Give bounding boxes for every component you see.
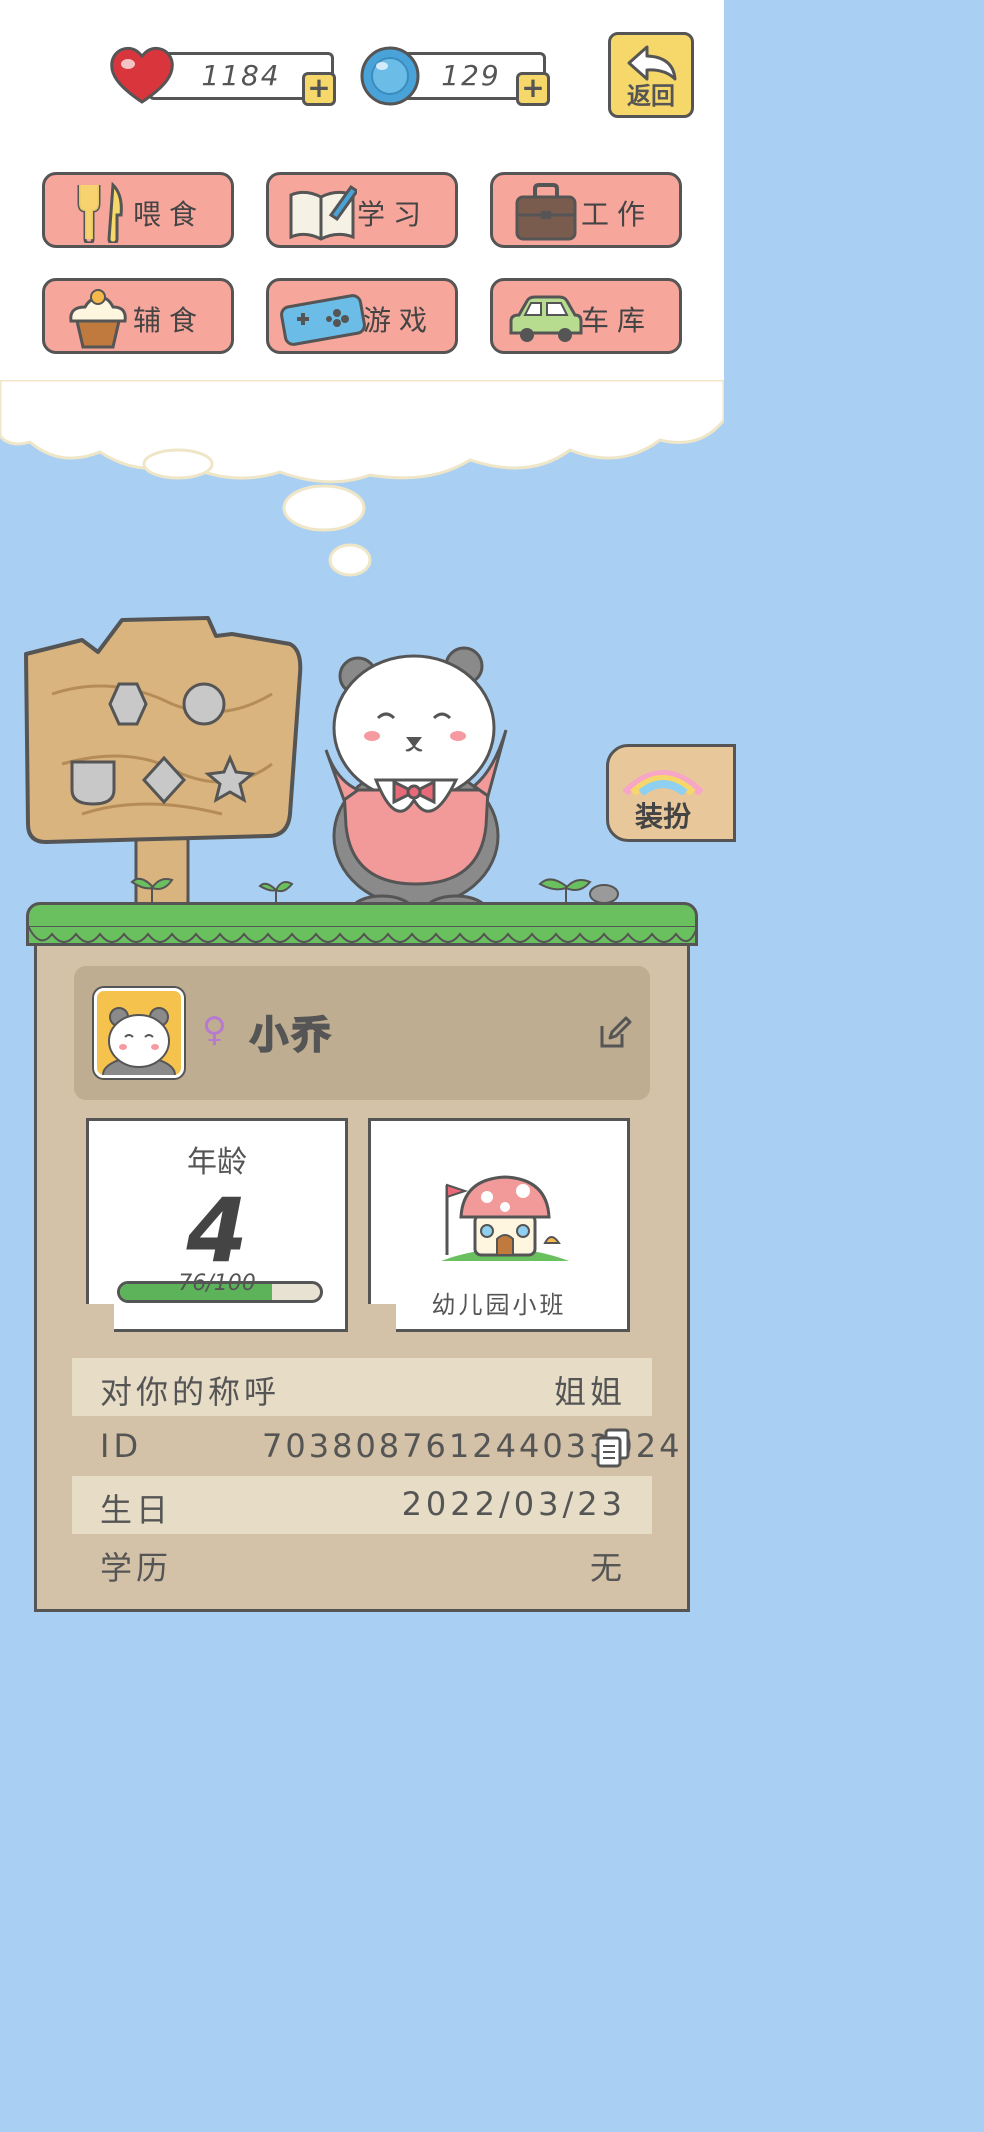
- study-label: 学习: [356, 198, 429, 231]
- game-label: 游戏: [362, 304, 435, 337]
- avatar[interactable]: [94, 988, 184, 1078]
- briefcase-icon: [515, 183, 577, 241]
- growth-progress-text: 76/100: [178, 1271, 256, 1296]
- education-key: 学历: [100, 1549, 173, 1587]
- book-pen-icon: [289, 184, 357, 241]
- car-icon: [509, 295, 583, 342]
- snack-label: 辅食: [132, 304, 205, 337]
- back-button[interactable]: 返回: [608, 32, 694, 118]
- feed-label: 喂食: [132, 198, 205, 231]
- panda-avatar-icon: [102, 1007, 176, 1075]
- garage-button[interactable]: 车库: [490, 278, 682, 354]
- rainbow-icon: [623, 770, 703, 795]
- game-button[interactable]: 游戏: [266, 278, 458, 354]
- education-value: 无: [589, 1549, 626, 1587]
- grass-fringe: [28, 926, 696, 943]
- copy-icon[interactable]: [596, 1428, 630, 1468]
- thought-bubbles: [282, 484, 372, 577]
- mushroom-house-icon: [441, 1175, 569, 1261]
- school-card[interactable]: 幼儿园小班: [368, 1118, 630, 1332]
- work-label: 工作: [580, 198, 653, 231]
- age-value: 4: [186, 1179, 248, 1282]
- id-row: ID 703808761244033024: [72, 1418, 679, 1476]
- snack-button[interactable]: 辅食: [42, 278, 234, 354]
- heart-icon: [110, 46, 174, 104]
- birthday-row: 生日 2022/03/23: [72, 1476, 652, 1534]
- feed-button[interactable]: 喂食: [42, 172, 234, 248]
- back-label: 返回: [627, 82, 675, 110]
- cupcake-icon: [69, 289, 127, 349]
- page-curl: [86, 1304, 114, 1332]
- work-button[interactable]: 工作: [490, 172, 682, 248]
- birthday-value: 2022/03/23: [401, 1485, 626, 1523]
- gamepad-icon: [280, 294, 366, 346]
- dress-up-label: 装扮: [635, 800, 692, 833]
- age-title: 年龄: [187, 1145, 247, 1180]
- title-value: 姐姐: [553, 1373, 626, 1411]
- gender-icon: ♀: [202, 1010, 227, 1050]
- bottle-cap-icon: [360, 46, 420, 106]
- education-row: 学历 无: [72, 1534, 652, 1592]
- profile-card: ♀ 小乔: [74, 966, 650, 1100]
- garage-label: 车库: [580, 304, 653, 337]
- age-card: 年龄 4 76/100: [86, 1118, 348, 1332]
- fork-knife-icon: [77, 181, 123, 243]
- birthday-key: 生日: [100, 1491, 173, 1529]
- study-button[interactable]: 学习: [266, 172, 458, 248]
- pet-name: 小乔: [249, 1012, 335, 1058]
- school-label: 幼儿园小班: [431, 1291, 567, 1319]
- page-curl: [368, 1304, 396, 1332]
- id-key: ID: [100, 1427, 143, 1465]
- edit-icon[interactable]: [598, 1016, 632, 1050]
- dress-up-button[interactable]: 装扮: [606, 744, 736, 842]
- title-row: 对你的称呼 姐姐: [72, 1358, 652, 1416]
- add-coins-button[interactable]: +: [516, 72, 550, 106]
- add-hearts-button[interactable]: +: [302, 72, 336, 106]
- title-key: 对你的称呼: [100, 1373, 281, 1411]
